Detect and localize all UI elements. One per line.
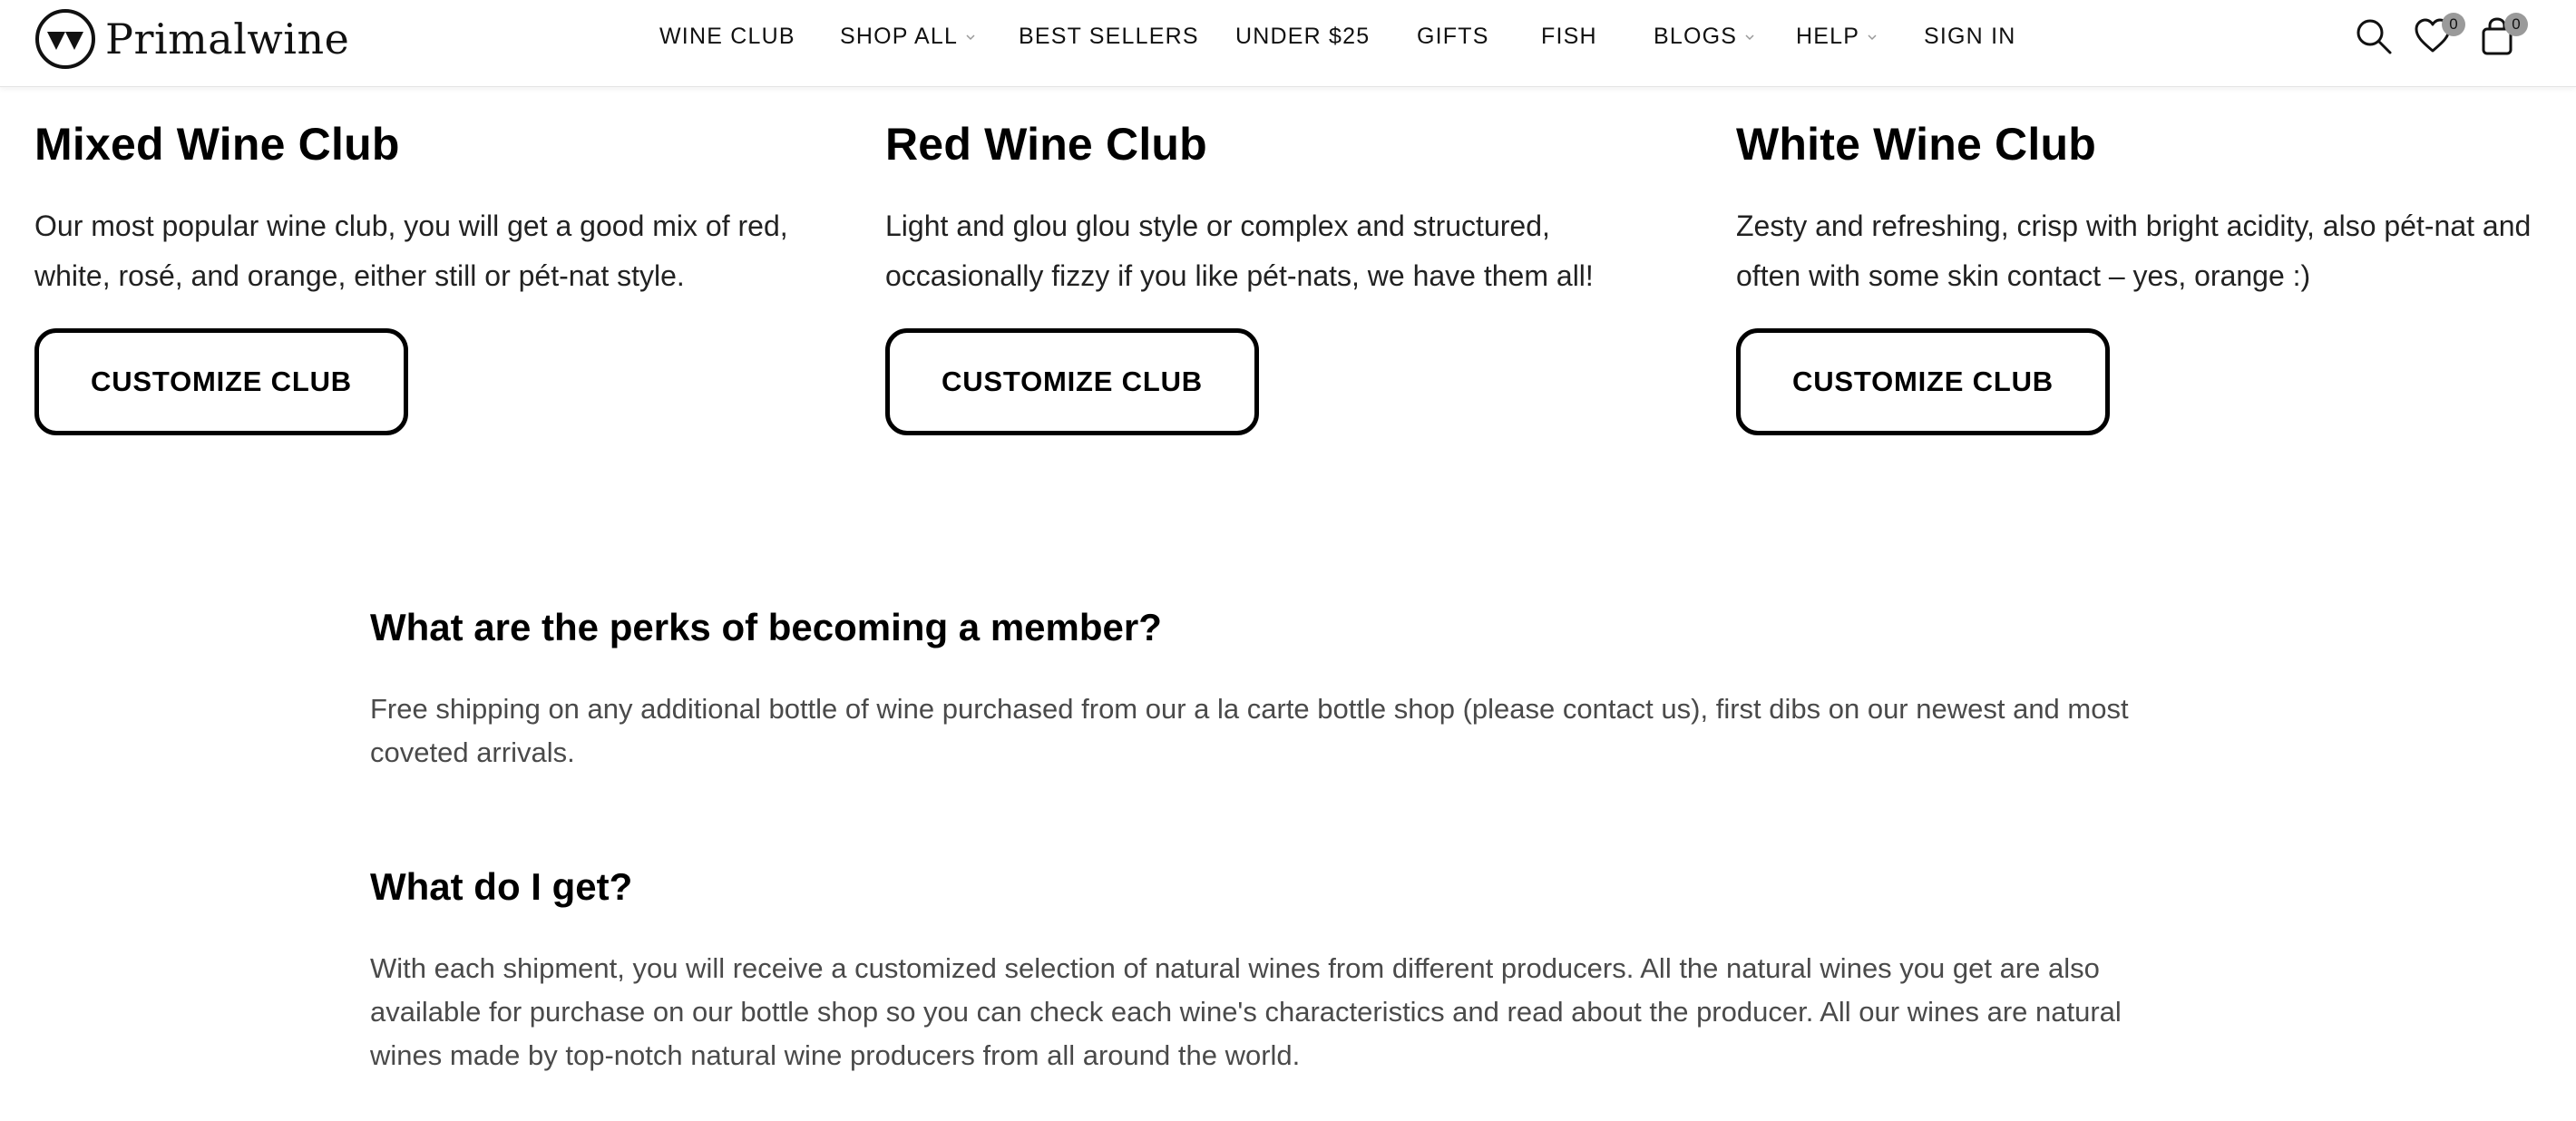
club-description: Light and glou glou style or complex and…: [885, 210, 1594, 292]
faq-answer: Free shipping on any additional bottle o…: [370, 693, 2129, 768]
cart-button[interactable]: 0: [2479, 13, 2528, 60]
faq-answer: With each shipment, you will receive a c…: [370, 952, 2122, 1071]
club-title: White Wine Club: [1736, 119, 2096, 170]
club-card-white: White Wine Club Zesty and refreshing, cr…: [1736, 109, 2534, 435]
customize-club-button[interactable]: CUSTOMIZE CLUB: [1736, 328, 2110, 435]
club-title: Red Wine Club: [885, 119, 1207, 170]
faq-item: What do I get? With each shipment, you w…: [370, 865, 2184, 1077]
faq-question: What are the perks of becoming a member?: [370, 606, 1162, 648]
club-card-mixed: Mixed Wine Club Our most popular wine cl…: [34, 109, 851, 435]
site-header: Primalwine WINE CLUB SHOP ALL BEST SELLE…: [0, 0, 2576, 87]
cart-count-badge: 0: [2504, 13, 2528, 36]
club-card-red: Red Wine Club Light and glou glou style …: [885, 109, 1702, 435]
customize-club-button[interactable]: CUSTOMIZE CLUB: [34, 328, 408, 435]
wishlist-button[interactable]: 0: [2413, 13, 2465, 60]
faq-item: What are the perks of becoming a member?…: [370, 606, 2184, 775]
club-title: Mixed Wine Club: [34, 119, 400, 170]
search-button[interactable]: [2354, 16, 2397, 60]
club-description: Our most popular wine club, you will get…: [34, 210, 788, 292]
header-actions: 0 0: [0, 13, 2576, 65]
wishlist-count-badge: 0: [2442, 13, 2465, 36]
faq-question: What do I get?: [370, 865, 633, 908]
customize-club-button[interactable]: CUSTOMIZE CLUB: [885, 328, 1259, 435]
search-icon: [2356, 19, 2392, 54]
club-description: Zesty and refreshing, crisp with bright …: [1736, 210, 2532, 292]
